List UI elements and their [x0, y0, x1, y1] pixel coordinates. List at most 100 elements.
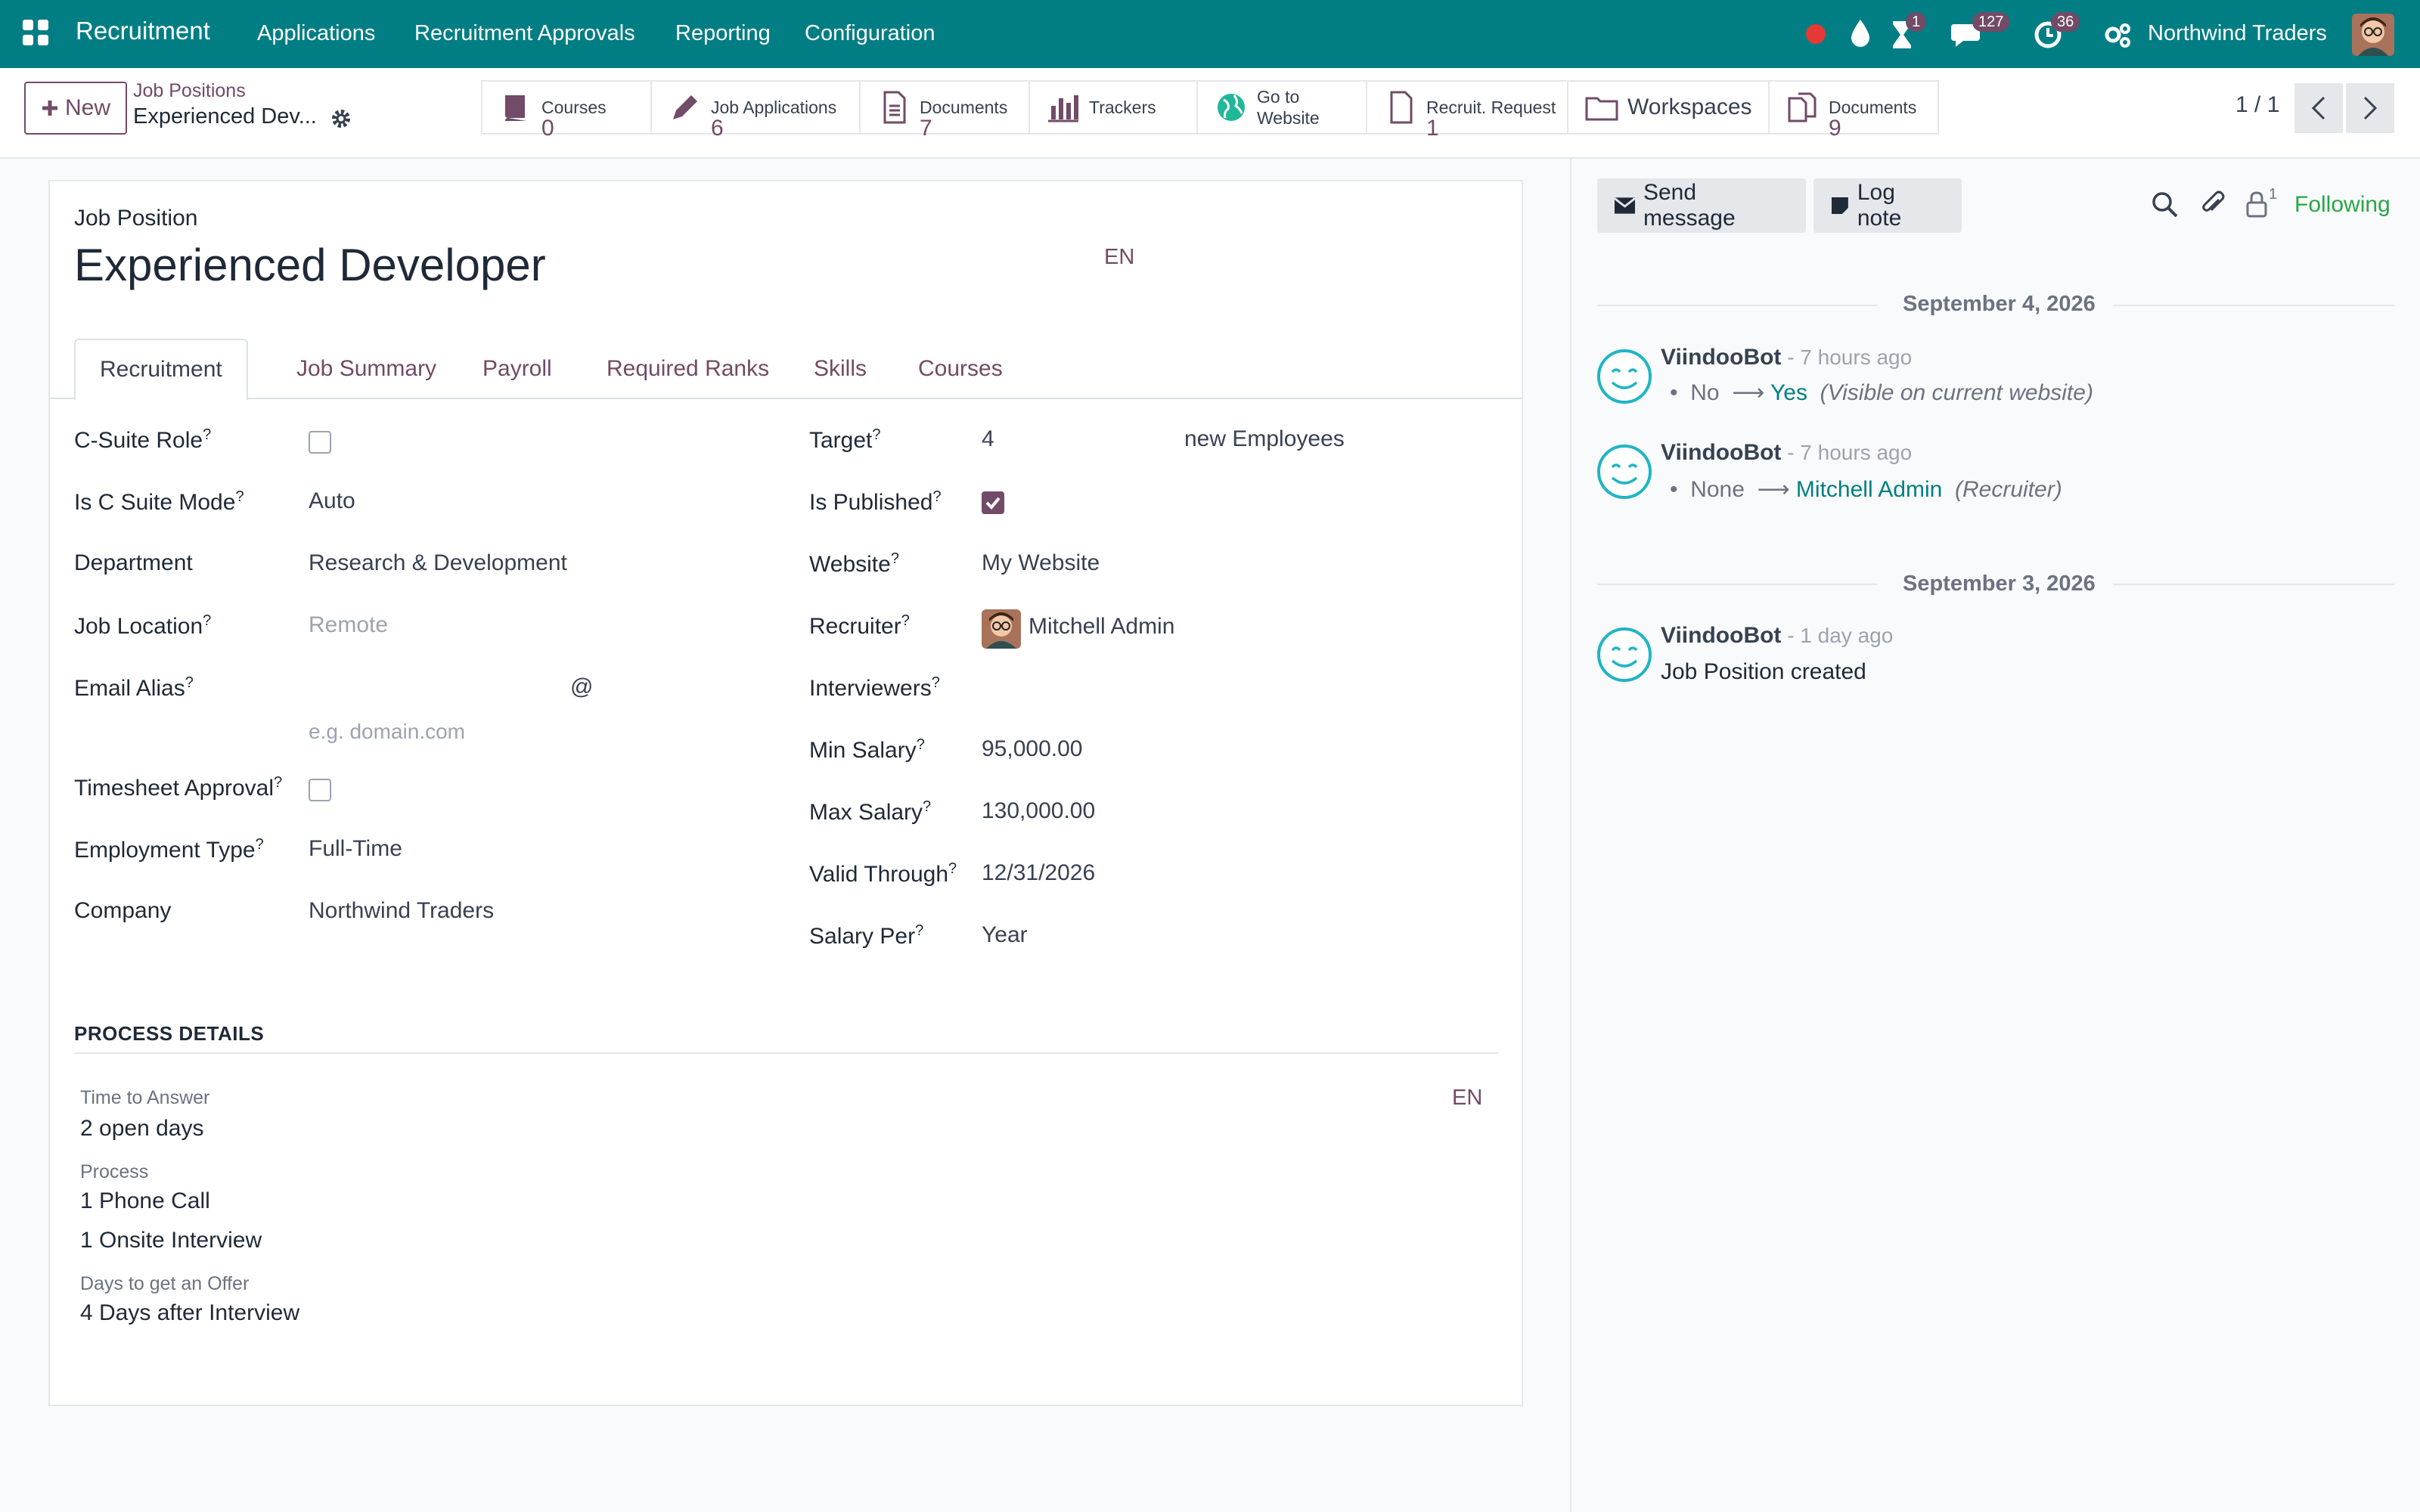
valid-through-label: Valid Through? [809, 860, 957, 887]
department-field[interactable]: Research & Development [309, 550, 567, 576]
email-alias-field[interactable] [309, 674, 611, 705]
c-suite-role-checkbox[interactable] [309, 431, 331, 454]
tab-payroll[interactable]: Payroll [458, 339, 576, 399]
recruiter-field[interactable]: Mitchell Admin [1028, 614, 1174, 640]
app-name[interactable]: Recruitment [76, 17, 210, 45]
date-separator-line-2b [2113, 584, 2394, 585]
company-switcher[interactable]: Northwind Traders [2148, 21, 2327, 46]
log-note-label: Log note [1857, 180, 1902, 231]
website-label: Website? [809, 550, 899, 577]
followers-count: 1 [2269, 186, 2278, 203]
pager-previous-button[interactable] [2294, 83, 2343, 133]
breadcrumb-job-positions[interactable]: Job Positions [133, 80, 246, 102]
job-location-label: Job Location? [74, 612, 212, 639]
is-published-checkbox[interactable] [982, 491, 1004, 514]
website-field[interactable]: My Website [982, 550, 1100, 576]
lock-icon[interactable] [2242, 189, 2272, 219]
activities-badge: 1 [1906, 12, 1927, 32]
menu-configuration[interactable]: Configuration [805, 21, 935, 46]
salary-per-field[interactable]: Year [982, 922, 1028, 948]
tab-required-ranks[interactable]: Required Ranks [582, 339, 793, 399]
valid-through-field[interactable]: 12/31/2026 [982, 860, 1095, 886]
company-field[interactable]: Northwind Traders [309, 898, 494, 924]
new-button[interactable]: New [24, 82, 127, 135]
website-label: Website [1257, 108, 1320, 128]
interviewers-field[interactable] [982, 674, 1435, 705]
following-button[interactable]: Following [2294, 192, 2391, 218]
record-icon[interactable] [1806, 24, 1826, 44]
new-button-label: New [64, 95, 110, 120]
paperclip-icon[interactable] [2198, 189, 2228, 219]
pager-value[interactable]: 1 / 1 [2235, 92, 2279, 118]
drop-icon[interactable] [1848, 18, 1872, 48]
recruiter-avatar [982, 609, 1021, 649]
interviewers-label: Interviewers? [809, 674, 940, 701]
job-title-field[interactable]: Experienced Developer [74, 239, 546, 291]
min-salary-field[interactable]: 95,000.00 [982, 736, 1082, 762]
title-language-button[interactable]: EN [1104, 245, 1134, 270]
department-label: Department [74, 550, 193, 575]
email-domain-field[interactable]: e.g. domain.com [309, 720, 465, 744]
menu-recruitment-approvals[interactable]: Recruitment Approvals [414, 21, 635, 46]
job-location-field[interactable]: Remote [309, 612, 388, 638]
bar-chart-icon [1048, 95, 1078, 122]
smart-button-go-to-website[interactable]: Go to Website [1196, 80, 1367, 135]
smart-button-recruit-request[interactable]: Recruit. Request 1 [1366, 80, 1568, 140]
documents-stack-icon [1788, 92, 1817, 122]
email-at-sign: @ [570, 674, 594, 699]
settings-icon[interactable] [2102, 20, 2133, 50]
pager-next-button[interactable] [2346, 83, 2394, 133]
bot-avatar [1597, 445, 1652, 499]
process-divider [74, 1052, 1499, 1054]
salary-per-label: Salary Per? [809, 922, 924, 949]
recruiter-label: Recruiter? [809, 612, 910, 639]
message-author: ViindooBot - 7 hours ago [1661, 345, 1913, 370]
max-salary-field[interactable]: 130,000.00 [982, 798, 1095, 824]
date-separator-line [2113, 305, 2394, 306]
tab-recruitment[interactable]: Recruitment [74, 339, 248, 401]
target-field[interactable]: 4 [982, 426, 994, 452]
log-note-button[interactable]: Log note [1813, 178, 1962, 233]
date-separator-line-2 [1597, 584, 1877, 585]
recruit-request-label: Recruit. Request [1426, 98, 1556, 117]
envelope-icon [1614, 197, 1636, 214]
smart-button-courses[interactable]: Courses 0 [481, 80, 652, 140]
tab-skills[interactable]: Skills [790, 339, 891, 399]
menu-reporting[interactable]: Reporting [675, 21, 771, 46]
book-icon [505, 95, 526, 121]
process-language-button[interactable]: EN [1452, 1086, 1482, 1111]
user-avatar[interactable] [2352, 14, 2394, 56]
smart-button-documents[interactable]: Documents 7 [859, 80, 1030, 140]
app-root: Recruitment Applications Recruitment App… [0, 0, 2420, 1512]
courses-label: Courses [541, 98, 607, 117]
tab-courses[interactable]: Courses [894, 339, 1027, 399]
timesheet-approval-checkbox[interactable] [309, 779, 331, 801]
documents-2-label: Documents [1829, 98, 1917, 117]
app-menu-icon[interactable] [23, 20, 48, 45]
job-applications-label: Job Applications [711, 98, 837, 117]
bot-avatar [1597, 627, 1652, 682]
bot-avatar [1597, 349, 1652, 404]
smart-button-trackers[interactable]: Trackers [1028, 80, 1198, 135]
chatter-divider [1570, 159, 1571, 1512]
send-message-label: Send message [1643, 180, 1736, 231]
c-suite-mode-field[interactable]: Auto [309, 488, 355, 514]
smart-button-workspaces[interactable]: Workspaces [1567, 80, 1770, 135]
documents-2-count: 9 [1829, 116, 1841, 141]
process-step-1: 1 Phone Call [80, 1188, 210, 1213]
target-label: Target? [809, 426, 881, 453]
send-message-button[interactable]: Send message [1597, 178, 1806, 233]
tab-job-summary[interactable]: Job Summary [272, 339, 461, 399]
chevron-right-icon [2363, 96, 2378, 120]
recruit-request-count: 1 [1426, 116, 1439, 141]
note-icon [1831, 197, 1848, 214]
record-type-label: Job Position [74, 206, 198, 231]
message-body: Job Position created [1661, 659, 1866, 684]
smart-button-job-applications[interactable]: Job Applications 6 [650, 80, 861, 140]
gear-icon[interactable] [330, 107, 352, 130]
search-icon[interactable] [2149, 189, 2180, 219]
message-tracking-line: • No ⟶ Yes (Visible on current website) [1670, 380, 2093, 405]
smart-button-documents-2[interactable]: Documents 9 [1768, 80, 1939, 140]
employment-type-field[interactable]: Full-Time [309, 836, 402, 862]
menu-applications[interactable]: Applications [257, 21, 375, 46]
